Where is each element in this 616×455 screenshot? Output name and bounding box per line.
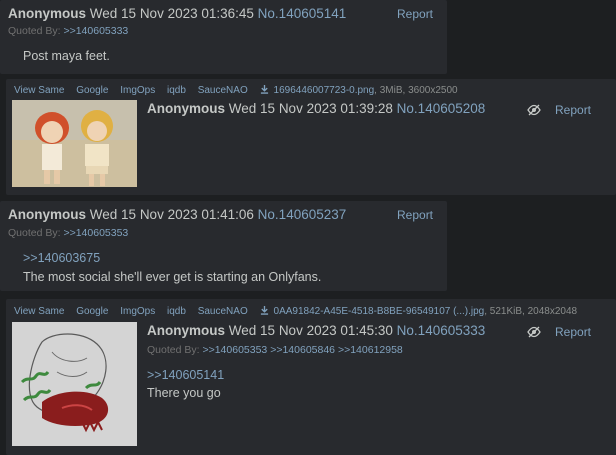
post-thumbnail[interactable] <box>12 322 137 446</box>
quoted-by: Quoted By: >>140605353 >>140605846 >>140… <box>147 344 403 356</box>
view-same-link[interactable]: View Same <box>14 306 64 317</box>
file-name-link[interactable]: 0AA91842-A45E-4518-B8BE-96549107 (...).j… <box>274 306 485 317</box>
download-icon[interactable] <box>260 85 269 94</box>
backlink[interactable]: >>140605846 <box>270 344 335 356</box>
backlink[interactable]: >>140605333 <box>63 25 128 37</box>
post-number-link[interactable]: No.140605141 <box>258 6 347 21</box>
post-140605208: View Same Google ImgOps iqdb SauceNAO 16… <box>6 79 616 195</box>
hide-post-icon[interactable] <box>527 104 541 116</box>
file-info-bar: View Same Google ImgOps iqdb SauceNAO 16… <box>14 85 458 96</box>
file-info-bar: View Same Google ImgOps iqdb SauceNAO 0A… <box>14 306 577 317</box>
backlink[interactable]: >>140612958 <box>338 344 403 356</box>
post-thumbnail[interactable] <box>12 100 137 187</box>
poster-name: Anonymous <box>147 323 226 338</box>
post-date: Wed 15 Nov 2023 01:36:45 <box>89 6 254 21</box>
quote-link[interactable]: >>140605141 <box>147 368 224 382</box>
google-link[interactable]: Google <box>76 85 108 96</box>
quoted-by-label: Quoted By: <box>8 25 61 37</box>
report-button[interactable]: Report <box>555 103 591 117</box>
post-number-link[interactable]: No.140605237 <box>258 207 347 222</box>
post-140605333: View Same Google ImgOps iqdb SauceNAO 0A… <box>6 299 616 455</box>
post-header: Anonymous Wed 15 Nov 2023 01:45:30 No.14… <box>147 323 485 338</box>
quoted-by-label: Quoted By: <box>8 227 61 239</box>
poster-name: Anonymous <box>8 6 87 21</box>
post-number-link[interactable]: No.140605208 <box>397 101 486 116</box>
file-meta: , 521KiB, 2048x2048 <box>484 306 578 317</box>
quoted-by: Quoted By: >>140605353 <box>8 227 128 239</box>
post-140605141: Anonymous Wed 15 Nov 2023 01:36:45 No.14… <box>0 0 447 74</box>
post-message: Post maya feet. <box>23 49 110 63</box>
download-icon[interactable] <box>260 306 269 315</box>
poster-name: Anonymous <box>147 101 226 116</box>
saucenao-link[interactable]: SauceNAO <box>198 306 248 317</box>
post-message: There you go <box>147 386 221 400</box>
iqdb-link[interactable]: iqdb <box>167 85 186 96</box>
google-link[interactable]: Google <box>76 306 108 317</box>
post-number-link[interactable]: No.140605333 <box>397 323 486 338</box>
thumbnail-image <box>12 322 137 446</box>
quote-link[interactable]: >>140603675 <box>23 251 100 265</box>
quoted-by-label: Quoted By: <box>147 344 200 356</box>
post-message: The most social she'll ever get is start… <box>23 270 322 284</box>
post-date: Wed 15 Nov 2023 01:45:30 <box>228 323 393 338</box>
report-button[interactable]: Report <box>397 7 433 21</box>
post-header: Anonymous Wed 15 Nov 2023 01:36:45 No.14… <box>8 6 346 21</box>
report-button[interactable]: Report <box>397 208 433 222</box>
view-same-link[interactable]: View Same <box>14 85 64 96</box>
backlink[interactable]: >>140605353 <box>202 344 267 356</box>
hide-post-icon[interactable] <box>527 326 541 338</box>
report-button[interactable]: Report <box>555 325 591 339</box>
quoted-by: Quoted By: >>140605333 <box>8 25 128 37</box>
imgops-link[interactable]: ImgOps <box>120 306 155 317</box>
post-header: Anonymous Wed 15 Nov 2023 01:41:06 No.14… <box>8 207 346 222</box>
saucenao-link[interactable]: SauceNAO <box>198 85 248 96</box>
post-date: Wed 15 Nov 2023 01:41:06 <box>89 207 254 222</box>
imgops-link[interactable]: ImgOps <box>120 85 155 96</box>
poster-name: Anonymous <box>8 207 87 222</box>
post-140605237: Anonymous Wed 15 Nov 2023 01:41:06 No.14… <box>0 201 447 291</box>
file-name-link[interactable]: 1696446007723-0.png <box>274 85 375 96</box>
post-date: Wed 15 Nov 2023 01:39:28 <box>228 101 393 116</box>
thumbnail-image <box>12 100 137 187</box>
file-meta: , 3MiB, 3600x2500 <box>374 85 458 96</box>
post-header: Anonymous Wed 15 Nov 2023 01:39:28 No.14… <box>147 101 485 116</box>
backlink[interactable]: >>140605353 <box>63 227 128 239</box>
iqdb-link[interactable]: iqdb <box>167 306 186 317</box>
